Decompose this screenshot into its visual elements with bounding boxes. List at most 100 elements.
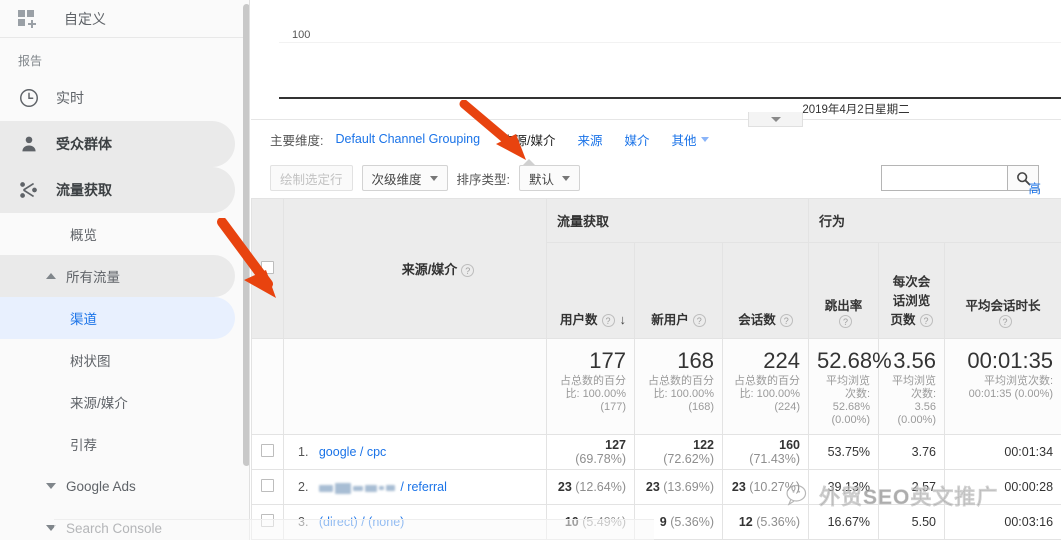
sidebar-item-customization[interactable]: 自定义 bbox=[0, 0, 249, 38]
summary-sessions-sub: 占总数的百分比: 100.00% (224) bbox=[734, 375, 801, 413]
summary-users-cell: 177 占总数的百分比: 100.00% (177) bbox=[546, 338, 635, 435]
sidebar-item-all-traffic[interactable]: 所有流量 bbox=[0, 255, 235, 297]
person-icon bbox=[18, 133, 40, 155]
summary-bounce-rate-sub: 平均浏览次数: 52.68% (0.00%) bbox=[826, 375, 871, 426]
dimension-column-label: 来源/媒介 bbox=[401, 262, 458, 277]
row-checkbox[interactable] bbox=[261, 479, 274, 492]
column-header-avg-session-duration-label: 平均会话时长 bbox=[965, 298, 1041, 313]
help-icon[interactable]: ? bbox=[692, 314, 706, 328]
sidebar-scrollbar[interactable] bbox=[243, 4, 249, 534]
sidebar-scrollbar-thumb[interactable] bbox=[243, 4, 249, 466]
row-checkbox[interactable] bbox=[261, 514, 274, 527]
column-header-new-users[interactable]: 新用户? bbox=[634, 242, 723, 339]
dimension-tab-other[interactable]: 其他 bbox=[672, 130, 697, 149]
sidebar-item-channels-label: 渠道 bbox=[70, 312, 97, 327]
row-bounce-cell: 53.75% bbox=[808, 434, 880, 470]
row-users-pct: (69.78%) bbox=[575, 452, 626, 466]
row-sessions-pct: (71.43%) bbox=[749, 452, 801, 466]
search-input[interactable] bbox=[881, 165, 1007, 191]
summary-dimension-cell bbox=[283, 338, 547, 435]
chart-collapse-toggle[interactable] bbox=[748, 112, 803, 127]
sidebar-item-referrals-label: 引荐 bbox=[70, 438, 97, 453]
row-new-users-cell: 23 (13.69%) bbox=[634, 469, 723, 505]
row-checkbox-cell[interactable] bbox=[251, 434, 284, 470]
row-dimension-link[interactable]: / referral bbox=[397, 480, 447, 494]
summary-users-sub: 占总数的百分比: 100.00% (177) bbox=[560, 375, 626, 413]
table-group-header-row: 来源/媒介? 流量获取 行为 bbox=[251, 198, 1061, 339]
dimension-tab-source-medium[interactable]: 来源/媒介 bbox=[502, 130, 556, 165]
sidebar-item-realtime[interactable]: 实时 bbox=[0, 75, 249, 121]
dimension-column-header[interactable]: 来源/媒介? bbox=[283, 198, 547, 339]
plot-rows-label: 绘制选定行 bbox=[280, 172, 343, 187]
sidebar-item-overview-label: 概览 bbox=[70, 228, 97, 243]
row-checkbox[interactable] bbox=[261, 444, 274, 457]
column-header-new-users-label: 新用户 bbox=[651, 313, 689, 327]
help-icon[interactable]: ? bbox=[919, 314, 933, 328]
column-header-pages-per-session[interactable]: 每次会话浏览页数? bbox=[878, 242, 946, 339]
column-header-avg-session-duration[interactable]: 平均会话时长? bbox=[944, 242, 1061, 339]
select-all-checkbox[interactable] bbox=[261, 260, 274, 274]
table-toolbar: 绘制选定行 次级维度 排序类型: 默认 高 bbox=[251, 158, 1061, 198]
help-icon[interactable]: ? bbox=[461, 264, 475, 278]
sidebar-item-search-console[interactable]: Search Console bbox=[0, 507, 249, 540]
sidebar-item-channels[interactable]: 渠道 bbox=[0, 297, 235, 339]
summary-sessions-value: 224 bbox=[763, 348, 801, 373]
help-icon[interactable]: ? bbox=[779, 314, 793, 328]
row-users-cell: 10 (5.49%) bbox=[546, 504, 635, 540]
row-dimension-link[interactable]: (direct) / (none) bbox=[319, 515, 404, 529]
chevron-down-icon bbox=[562, 175, 571, 181]
summary-pages-value: 3.56 bbox=[893, 348, 937, 373]
column-header-bounce-rate[interactable]: 跳出率? bbox=[808, 242, 880, 339]
row-index: 3. bbox=[298, 515, 309, 529]
sidebar-item-acquisition[interactable]: 流量获取 bbox=[0, 167, 235, 213]
sidebar-item-audience[interactable]: 受众群体 bbox=[0, 121, 235, 167]
sort-type-label: 排序类型: bbox=[456, 172, 511, 187]
column-header-users[interactable]: 用户数? ↓ bbox=[546, 242, 635, 339]
row-sessions-value: 12 bbox=[738, 515, 753, 529]
advanced-filter-link[interactable]: 高 bbox=[1028, 178, 1041, 197]
help-icon[interactable]: ? bbox=[601, 314, 615, 328]
sidebar-item-treemap[interactable]: 树状图 bbox=[0, 339, 249, 381]
sidebar-item-source-medium[interactable]: 来源/媒介 bbox=[0, 381, 249, 423]
table-summary-row: 177 占总数的百分比: 100.00% (177) 168 占总数的百分比: … bbox=[251, 338, 1061, 435]
secondary-dimension-button[interactable]: 次级维度 bbox=[361, 165, 448, 191]
row-new-users-value: 122 bbox=[693, 438, 714, 452]
plot-rows-button[interactable]: 绘制选定行 bbox=[270, 165, 353, 191]
row-sessions-pct: (10.27%) bbox=[749, 480, 801, 494]
column-header-sessions[interactable]: 会话数? bbox=[721, 242, 810, 339]
summary-new-users-sub: 占总数的百分比: 100.00% (168) bbox=[648, 375, 714, 413]
sidebar-item-realtime-label: 实时 bbox=[56, 90, 84, 106]
clock-icon bbox=[18, 87, 40, 109]
row-new-users-pct: (13.69%) bbox=[663, 480, 714, 494]
table-row[interactable]: 3. (direct) / (none) 10 (5.49%) 9 (5.36%… bbox=[251, 504, 1061, 540]
row-sessions-cell: 12 (5.36%) bbox=[721, 504, 810, 540]
column-header-sessions-label: 会话数 bbox=[738, 313, 776, 327]
sidebar-item-overview[interactable]: 概览 bbox=[0, 213, 249, 255]
sort-type-select[interactable]: 默认 bbox=[519, 165, 581, 191]
row-dimension-link[interactable]: google / cpc bbox=[319, 445, 386, 459]
channels-table: 来源/媒介? 流量获取 行为 用户数? ↓ 新用户? 会话数? 跳出率? 每次会… bbox=[251, 198, 1061, 540]
dimension-tab-default-channel-grouping[interactable]: Default Channel Grouping bbox=[335, 132, 480, 146]
help-icon[interactable]: ? bbox=[998, 315, 1012, 328]
row-bounce-cell: 39.13% bbox=[808, 469, 880, 505]
help-icon[interactable]: ? bbox=[839, 315, 853, 328]
table-row[interactable]: 1. google / cpc 127 (69.78%) 122 (72.62%… bbox=[251, 434, 1061, 470]
dimension-tab-source[interactable]: 来源 bbox=[578, 130, 603, 149]
secondary-dimension-label: 次级维度 bbox=[371, 172, 422, 187]
row-checkbox-cell[interactable] bbox=[251, 504, 284, 540]
dimension-tab-medium[interactable]: 媒介 bbox=[625, 130, 650, 149]
sidebar-item-referrals[interactable]: 引荐 bbox=[0, 423, 249, 465]
sidebar-item-google-ads[interactable]: Google Ads bbox=[0, 465, 249, 507]
table-row[interactable]: 2. / referral 23 (12.64%) 23 (13.69%) 23… bbox=[251, 469, 1061, 505]
row-checkbox-cell[interactable] bbox=[251, 469, 284, 505]
table-search: 高 bbox=[881, 165, 1041, 196]
chevron-down-icon bbox=[46, 483, 56, 489]
chevron-down-icon[interactable] bbox=[700, 136, 709, 142]
sidebar-item-source-medium-label: 来源/媒介 bbox=[70, 396, 128, 411]
row-index: 1. bbox=[298, 445, 309, 459]
summary-new-users-value: 168 bbox=[677, 348, 714, 373]
row-pages-cell: 3.76 bbox=[878, 434, 946, 470]
row-duration-cell: 00:01:34 bbox=[944, 434, 1061, 470]
summary-pages-sub: 平均浏览次数: 3.56 (0.00%) bbox=[892, 375, 937, 426]
sidebar-item-audience-label: 受众群体 bbox=[56, 136, 112, 152]
